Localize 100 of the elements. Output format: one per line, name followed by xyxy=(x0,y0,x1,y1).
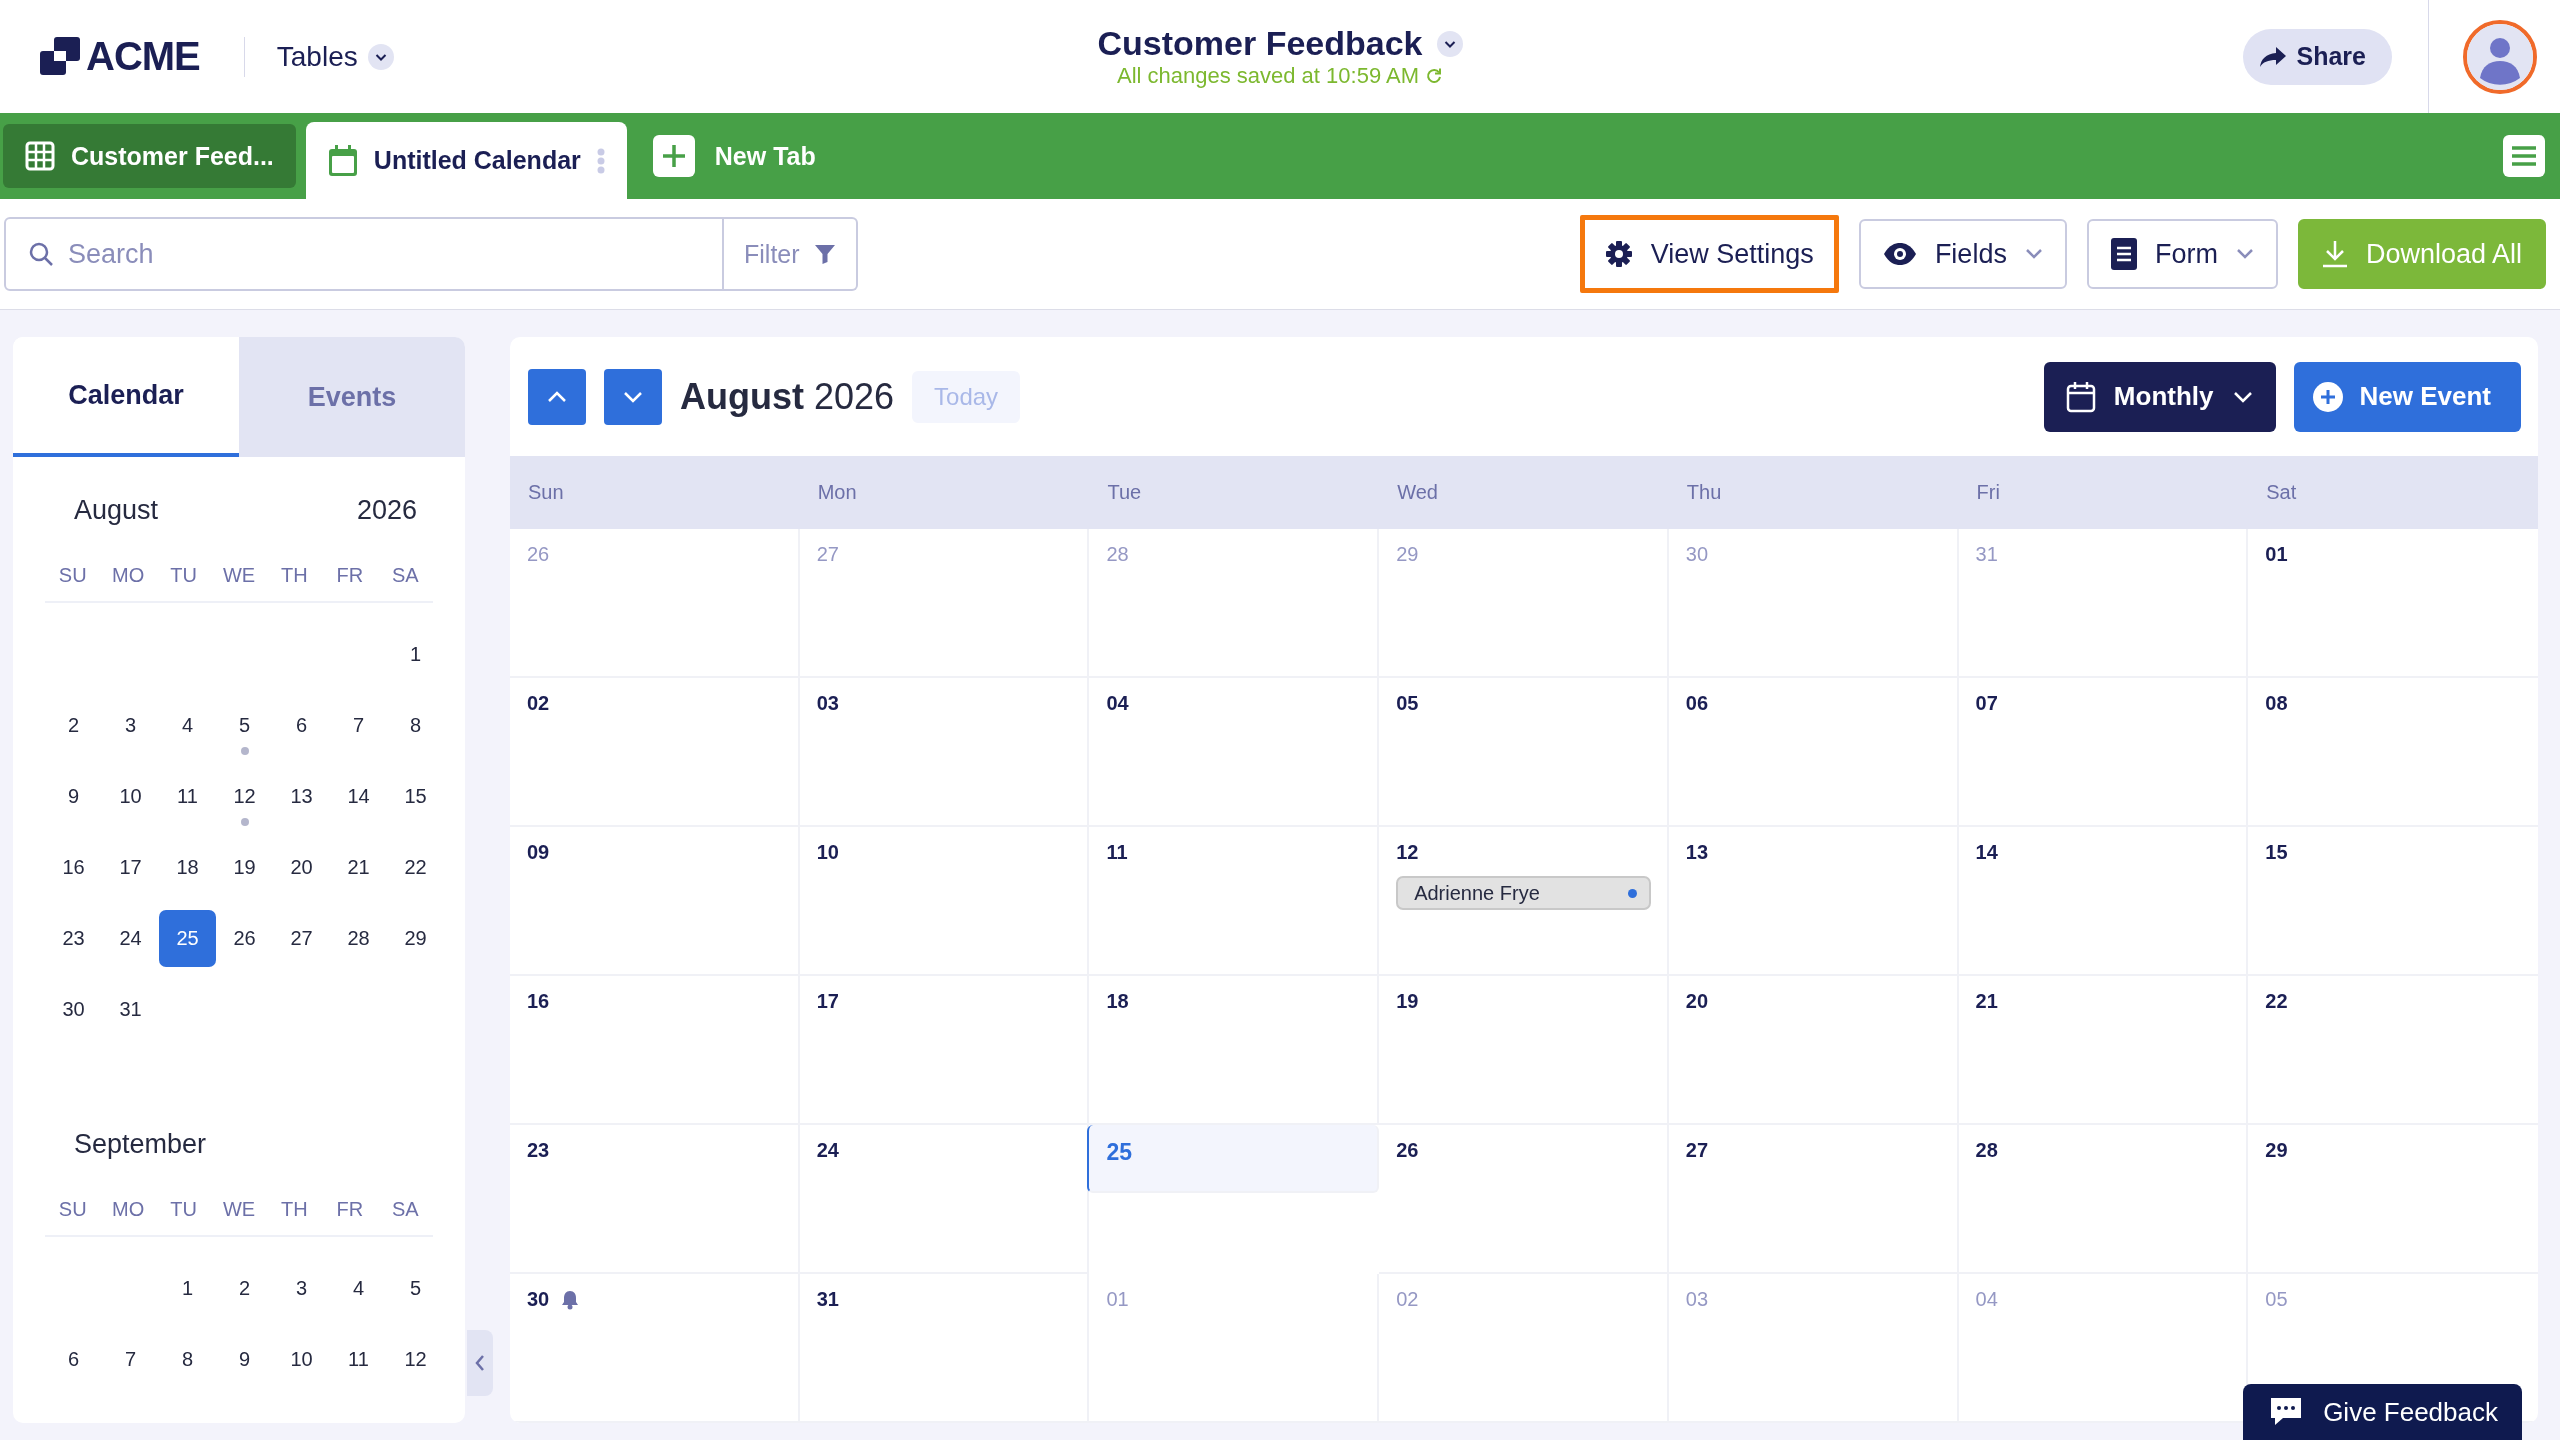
date-button[interactable]: 25 xyxy=(159,910,216,967)
acme-logo[interactable]: ACME xyxy=(40,34,200,79)
date-button[interactable]: 12 xyxy=(216,768,273,825)
day-number: 05 xyxy=(1396,692,1419,715)
menu-icon[interactable] xyxy=(2503,135,2545,177)
day-number: 09 xyxy=(527,841,550,864)
date-button[interactable]: 11 xyxy=(330,1331,387,1388)
date-button[interactable]: 7 xyxy=(330,697,387,754)
document-icon xyxy=(2110,238,2137,270)
chevron-down-icon[interactable] xyxy=(1436,30,1463,57)
event-chip[interactable]: Adrienne Frye xyxy=(1396,876,1651,910)
refresh-icon xyxy=(1425,67,1444,85)
previous-button[interactable] xyxy=(528,368,586,425)
month-name: September xyxy=(74,1129,207,1160)
day-number: 03 xyxy=(816,692,839,715)
user-avatar[interactable] xyxy=(2463,19,2537,94)
search-icon xyxy=(28,241,54,267)
funnel-icon xyxy=(813,243,836,265)
date-button[interactable]: 3 xyxy=(273,1260,330,1317)
day-number: 02 xyxy=(1396,1288,1419,1311)
date-button[interactable]: 4 xyxy=(159,697,216,754)
day-number: 31 xyxy=(816,1288,839,1311)
date-button[interactable]: 21 xyxy=(330,839,387,896)
day-number: 23 xyxy=(527,1139,550,1162)
day-number: 31 xyxy=(1975,543,1998,566)
view-dropdown[interactable]: Monthly xyxy=(2043,361,2276,432)
fields-button[interactable]: Fields xyxy=(1858,219,2067,289)
date-button[interactable]: 31 xyxy=(102,981,159,1038)
date-button[interactable]: 8 xyxy=(387,697,444,754)
drag-handle-icon[interactable] xyxy=(596,147,605,174)
view-tab[interactable]: Untitled Calendar xyxy=(305,122,627,199)
settings-button[interactable]: View Settings xyxy=(1579,215,1839,293)
weekday-label: Fri xyxy=(1975,481,2001,504)
day-number: 11 xyxy=(1106,841,1128,864)
date-button[interactable]: 16 xyxy=(45,839,102,896)
day-number: 25 xyxy=(1106,1139,1132,1166)
plus-circle-icon xyxy=(2311,380,2344,413)
date-button[interactable]: 11 xyxy=(159,768,216,825)
date-button[interactable]: 18 xyxy=(159,839,216,896)
date-button[interactable]: 27 xyxy=(273,910,330,967)
date-button[interactable]: 6 xyxy=(273,697,330,754)
date-button[interactable]: 23 xyxy=(45,910,102,967)
date-button[interactable]: 1 xyxy=(387,626,444,683)
weekday-label: TH xyxy=(280,1198,309,1221)
form-button[interactable]: Form xyxy=(2086,219,2278,289)
date-button[interactable]: 15 xyxy=(387,768,444,825)
day-number: 10 xyxy=(816,841,839,864)
date-button[interactable]: 10 xyxy=(273,1331,330,1388)
sidebar-tab[interactable]: Events xyxy=(239,337,465,457)
tables-menu[interactable]: Tables xyxy=(272,36,398,77)
date-button[interactable]: 9 xyxy=(216,1331,273,1388)
calendar-icon xyxy=(2065,380,2096,413)
date-button[interactable]: 1 xyxy=(159,1260,216,1317)
date-button[interactable]: 29 xyxy=(387,910,444,967)
date-button[interactable]: 30 xyxy=(45,981,102,1038)
date-button[interactable]: 28 xyxy=(330,910,387,967)
share-button[interactable]: Share xyxy=(2242,28,2392,85)
give-feedback-button[interactable]: Give Feedback xyxy=(2243,1384,2522,1440)
date-button[interactable]: 12 xyxy=(387,1331,444,1388)
weekday-label: FR xyxy=(335,1198,365,1221)
date-button[interactable]: 2 xyxy=(216,1260,273,1317)
date-button[interactable]: 20 xyxy=(273,839,330,896)
date-button[interactable]: 14 xyxy=(330,768,387,825)
date-button[interactable]: 19 xyxy=(216,839,273,896)
view-tab[interactable]: Customer Feed... xyxy=(3,124,296,188)
eye-icon xyxy=(1882,242,1917,266)
date-button[interactable]: 5 xyxy=(216,697,273,754)
weekday-label: SU xyxy=(57,564,88,587)
date-button[interactable]: 26 xyxy=(216,910,273,967)
collapse-sidebar-button[interactable] xyxy=(467,1330,493,1396)
day-number: 29 xyxy=(1396,543,1419,566)
search-field[interactable]: Search xyxy=(4,217,724,291)
date-button[interactable]: 9 xyxy=(45,768,102,825)
date-button[interactable]: 24 xyxy=(102,910,159,967)
date-button[interactable]: 3 xyxy=(102,697,159,754)
next-button[interactable] xyxy=(604,368,662,425)
date-button[interactable]: 6 xyxy=(45,1331,102,1388)
weekday-label: Wed xyxy=(1396,481,1439,504)
day-number: 14 xyxy=(1975,841,1998,864)
date-button[interactable]: 13 xyxy=(273,768,330,825)
day-number: 29 xyxy=(2265,1139,2288,1162)
weekday-label: TU xyxy=(169,1198,198,1221)
month-title: August 2026 xyxy=(680,375,895,418)
date-button[interactable]: 2 xyxy=(45,697,102,754)
day-number: 28 xyxy=(1975,1139,1998,1162)
day-number: 13 xyxy=(1685,841,1709,864)
new-event-button[interactable]: New Event xyxy=(2293,361,2521,432)
weekday-label: SA xyxy=(390,564,420,587)
date-button[interactable]: 22 xyxy=(387,839,444,896)
day-number: 22 xyxy=(2265,990,2288,1013)
form-title: Customer Feedback xyxy=(1097,24,1423,63)
date-button[interactable]: 17 xyxy=(102,839,159,896)
date-button[interactable]: 8 xyxy=(159,1331,216,1388)
date-button[interactable]: 4 xyxy=(330,1260,387,1317)
date-button[interactable]: 10 xyxy=(102,768,159,825)
date-button[interactable]: 5 xyxy=(387,1260,444,1317)
calendar-icon xyxy=(327,144,358,177)
share-arrow-icon xyxy=(2258,45,2287,68)
day-number: 15 xyxy=(2265,841,2288,864)
date-button[interactable]: 7 xyxy=(102,1331,159,1388)
